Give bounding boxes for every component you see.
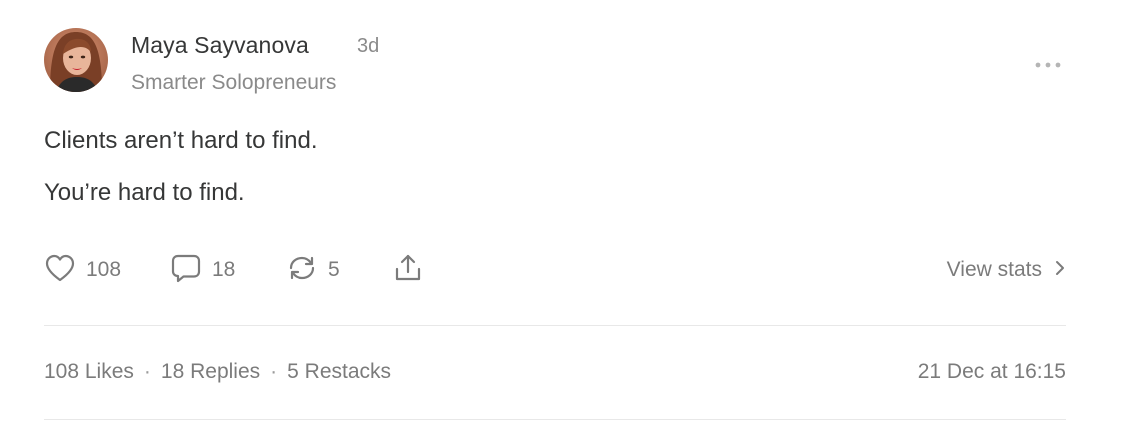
avatar[interactable] <box>44 28 108 92</box>
relative-timestamp: 3d <box>357 35 380 57</box>
heart-icon <box>44 253 76 288</box>
post-text-line: You’re hard to find. <box>44 179 245 206</box>
publication-name[interactable]: Smarter Solopreneurs <box>131 71 336 95</box>
more-options-button[interactable] <box>1030 52 1066 76</box>
engagement-summary: 108 Likes · 18 Replies · 5 Restacks 21 D… <box>44 360 1066 388</box>
post-text-line: Clients aren’t hard to find. <box>44 127 318 154</box>
replies-summary-link[interactable]: 18 Replies <box>161 360 260 384</box>
restack-count: 5 <box>328 258 340 281</box>
restacks-summary-link[interactable]: 5 Restacks <box>287 360 391 384</box>
like-button[interactable]: 108 <box>44 250 121 290</box>
reply-count: 18 <box>212 258 236 281</box>
separator-dot: · <box>143 360 151 383</box>
divider <box>44 419 1066 420</box>
more-horizontal-icon <box>1035 55 1061 73</box>
restack-arrows-icon <box>286 253 318 288</box>
restack-button[interactable]: 5 <box>286 250 340 290</box>
view-stats-link[interactable]: View stats <box>947 250 1066 290</box>
divider <box>44 325 1066 326</box>
reply-button[interactable]: 18 <box>170 250 235 290</box>
comment-bubble-icon <box>170 253 202 288</box>
author-name[interactable]: Maya Sayvanova <box>131 32 309 59</box>
like-count: 108 <box>86 258 122 281</box>
likes-summary-link[interactable]: 108 Likes <box>44 360 134 384</box>
share-upload-icon <box>392 253 424 288</box>
post-date: 21 Dec at 16:15 <box>917 360 1066 383</box>
separator-dot: · <box>270 360 278 383</box>
chevron-right-icon <box>1054 259 1066 282</box>
action-bar: 108 18 5 View stats <box>44 250 1066 290</box>
note-post: Maya Sayvanova 3d Smarter Solopreneurs C… <box>44 0 1066 442</box>
view-stats-label: View stats <box>946 258 1042 281</box>
share-button[interactable] <box>392 250 424 290</box>
